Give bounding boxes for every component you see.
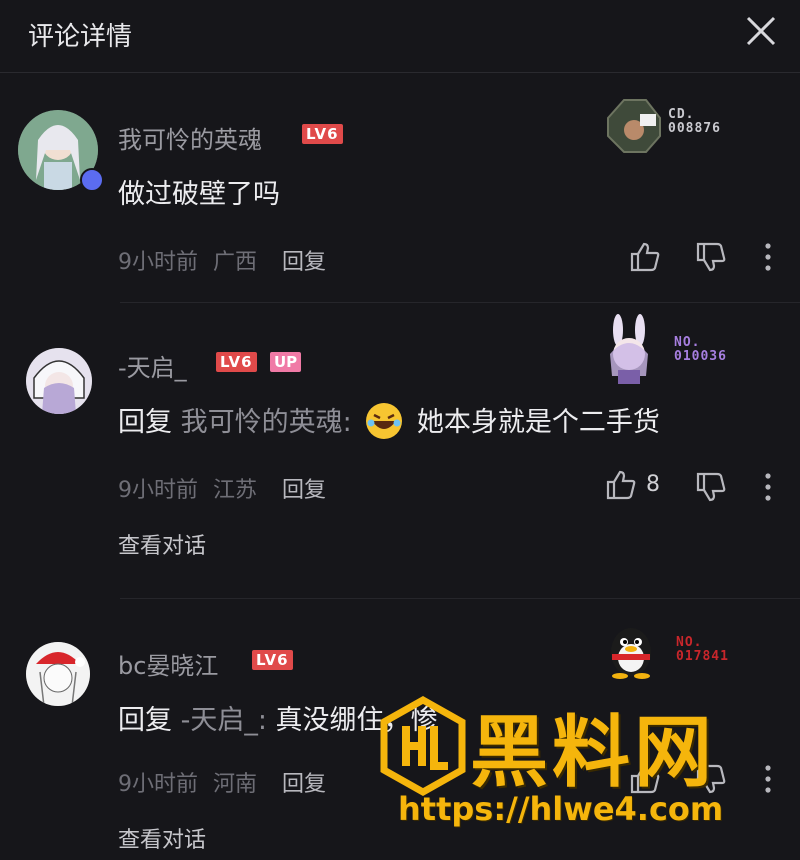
level-badge: LV6 <box>216 352 257 372</box>
view-conversation-link[interactable]: 查看对话 <box>118 822 206 854</box>
reply-prefix: 回复 <box>118 705 172 736</box>
watermark-text: 黑料网 <box>470 708 717 798</box>
badge-number: NO. 010036 <box>674 335 727 364</box>
level-badge: LV6 <box>252 650 293 670</box>
reply-to-user[interactable]: 我可怜的英魂: <box>181 407 352 438</box>
up-badge: UP <box>270 352 302 372</box>
fan-badge: NO. 010036 <box>596 314 746 386</box>
thumbs-down-icon[interactable] <box>694 470 728 504</box>
comment-item: 我可怜的英魂 LV6 做过破壁了吗 9小时前 广西 回复 CD. 008876 <box>0 98 800 300</box>
more-options-icon[interactable] <box>760 242 776 272</box>
comment-time: 9小时前 <box>118 250 198 275</box>
badge-character-icon <box>610 314 648 384</box>
level-badge: LV6 <box>302 124 343 144</box>
laughing-emoji-icon <box>366 403 403 439</box>
fan-badge: NO. 017841 <box>604 624 754 684</box>
comment-content: 做过破壁了吗 <box>118 179 280 210</box>
close-icon[interactable] <box>740 10 782 52</box>
page-title: 评论详情 <box>28 22 133 52</box>
thumbs-up-icon[interactable] <box>628 240 662 274</box>
reply-button[interactable]: 回复 <box>282 772 326 797</box>
comment-location: 广西 <box>213 250 258 275</box>
badge-emblem-icon <box>607 99 661 153</box>
thumbs-up-icon[interactable] <box>604 468 638 502</box>
comment-location: 河南 <box>213 772 258 797</box>
comment-meta: 9小时前 河南 回复 <box>118 766 326 798</box>
verified-icon <box>80 168 104 192</box>
penguin-badge-icon <box>611 628 651 679</box>
watermark-logo-icon <box>380 696 466 796</box>
avatar[interactable] <box>26 348 92 414</box>
avatar[interactable] <box>26 642 90 706</box>
comment-meta: 9小时前 江苏 回复 <box>118 472 326 504</box>
comment-meta: 9小时前 广西 回复 <box>118 244 326 276</box>
comment-time: 9小时前 <box>118 772 198 797</box>
divider <box>120 598 800 599</box>
divider <box>120 302 800 303</box>
reply-prefix: 回复 <box>118 407 172 438</box>
comment-location: 江苏 <box>213 478 258 503</box>
comment-username[interactable]: 我可怜的英魂 <box>118 120 262 155</box>
like-count: 8 <box>646 472 660 497</box>
comment-text: 她本身就是个二手货 <box>416 407 660 438</box>
comment-username[interactable]: -天启_ <box>118 348 187 383</box>
badge-number: NO. 017841 <box>676 635 729 664</box>
comment-time: 9小时前 <box>118 478 198 503</box>
comment-username[interactable]: bc晏晓江 <box>118 646 218 681</box>
reply-button[interactable]: 回复 <box>282 478 326 503</box>
reply-to-user[interactable]: -天启_: <box>181 705 267 736</box>
view-conversation-link[interactable]: 查看对话 <box>118 528 206 560</box>
comment-content: 回复 我可怜的英魂: 她本身就是个二手货 <box>118 400 660 441</box>
header-bar: 评论详情 <box>0 0 800 73</box>
fan-badge: CD. 008876 <box>604 98 744 154</box>
reply-button[interactable]: 回复 <box>282 250 326 275</box>
comment-item: -天启_ LV6 UP 回复 我可怜的英魂: 她本身就是个二手货 9小时前 江苏… <box>0 314 800 590</box>
watermark: 黑料网 https://hlwe4.com <box>378 690 798 860</box>
badge-number: CD. 008876 <box>668 107 721 136</box>
more-options-icon[interactable] <box>760 472 776 502</box>
thumbs-down-icon[interactable] <box>694 240 728 274</box>
watermark-url: https://hlwe4.com <box>398 790 724 828</box>
